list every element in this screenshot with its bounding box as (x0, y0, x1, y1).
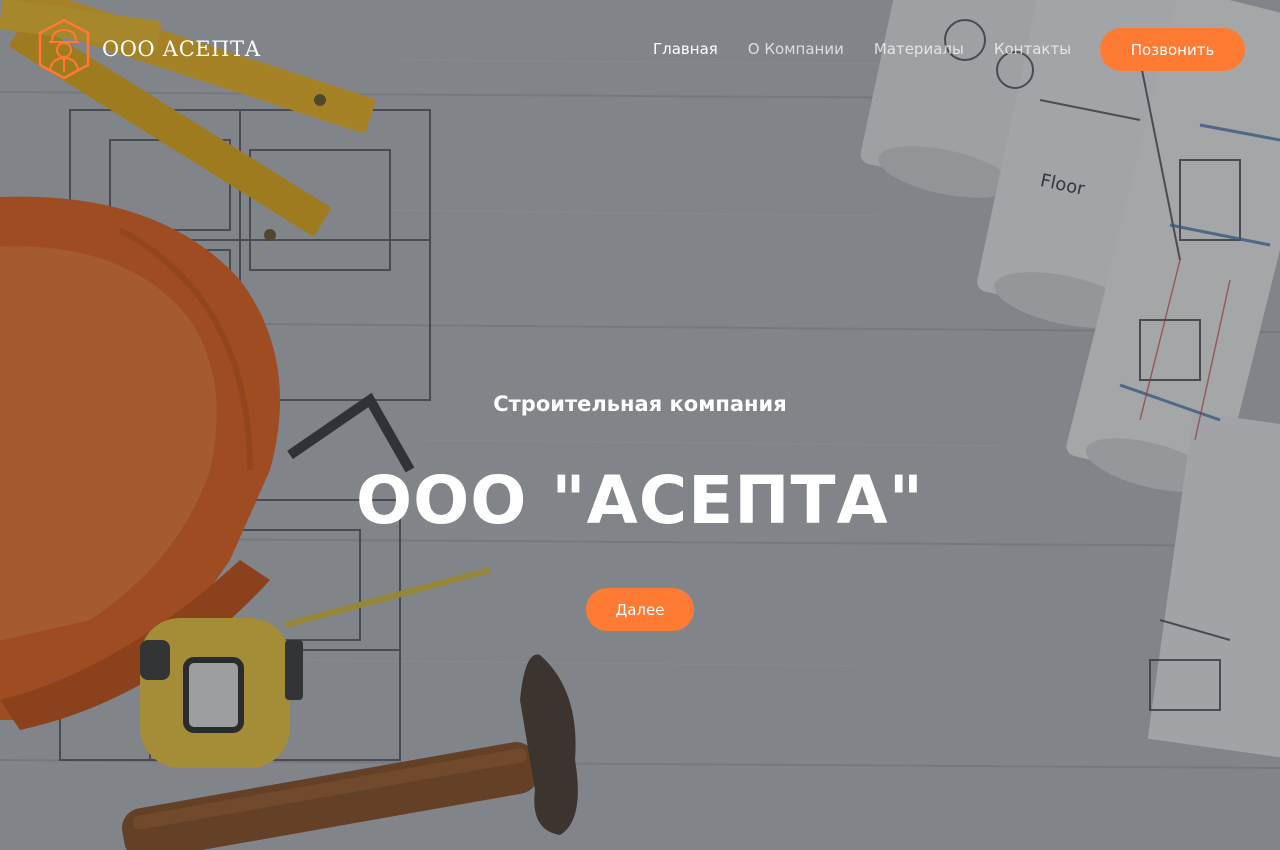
worker-helmet-icon (38, 18, 90, 80)
hero-subtitle: Строительная компания (493, 392, 787, 416)
hero-title: ООО "АСЕПТА" (355, 462, 924, 539)
call-button[interactable]: Позвонить (1100, 28, 1245, 71)
hero-section: Floor ООО АСЕПТА Главная О Компании Мате… (0, 0, 1280, 850)
brand-logo[interactable]: ООО АСЕПТА (38, 18, 261, 80)
nav-link-materials[interactable]: Материалы (874, 38, 964, 60)
main-navigation: Главная О Компании Материалы Контакты (653, 38, 1101, 60)
nav-link-about[interactable]: О Компании (748, 38, 844, 60)
brand-name: ООО АСЕПТА (102, 37, 261, 61)
nav-link-contacts[interactable]: Контакты (994, 38, 1071, 60)
nav-link-home[interactable]: Главная (653, 38, 718, 60)
site-header: ООО АСЕПТА Главная О Компании Материалы … (0, 0, 1280, 100)
hero-dark-overlay (0, 0, 1280, 850)
more-button[interactable]: Далее (586, 588, 694, 631)
